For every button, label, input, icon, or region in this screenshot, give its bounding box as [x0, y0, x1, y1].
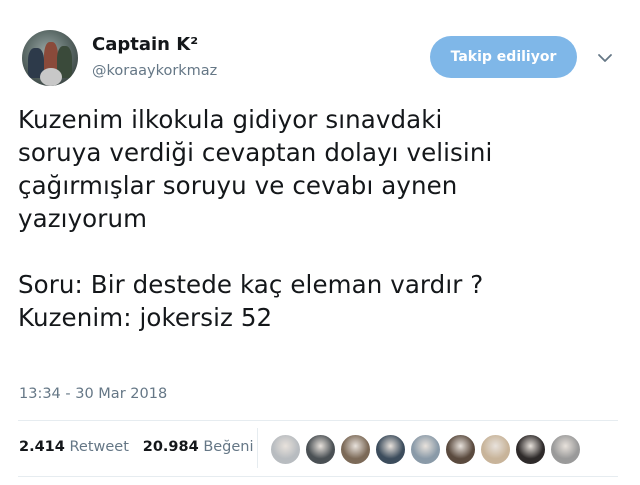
author-display-name[interactable]: Captain K² — [92, 33, 217, 57]
tweet-line: yazıyorum — [18, 204, 148, 233]
divider — [18, 420, 618, 421]
liker-avatar-4[interactable] — [375, 434, 406, 465]
tweet-line: soruya verdiği cevaptan dolayı velisini — [18, 138, 493, 167]
liker-avatar-3[interactable] — [340, 434, 371, 465]
following-button[interactable]: Takip ediliyor — [430, 36, 577, 78]
tweet-timestamp[interactable]: 13:34 - 30 Mar 2018 — [19, 386, 167, 402]
liker-avatar-2[interactable] — [305, 434, 336, 465]
author-avatar[interactable] — [22, 30, 78, 86]
stats-separator — [257, 428, 258, 468]
tweet-line: Soru: Bir destede kaç eleman vardır ? — [18, 270, 484, 299]
author-handle[interactable]: @koraaykorkmaz — [92, 60, 217, 82]
chevron-down-icon[interactable] — [595, 48, 615, 68]
liker-avatar-9[interactable] — [550, 434, 581, 465]
divider — [18, 476, 618, 477]
tweet-stats: 2.414 Retweet 20.984 Beğeni — [19, 439, 254, 455]
liker-avatar-7[interactable] — [480, 434, 511, 465]
retweet-count: 2.414 — [19, 439, 65, 455]
liker-avatar-6[interactable] — [445, 434, 476, 465]
tweet-line: çağırmışlar soruyu ve cevabı aynen — [18, 171, 458, 200]
liker-avatar-5[interactable] — [410, 434, 441, 465]
liker-avatar-1[interactable] — [270, 434, 301, 465]
liker-avatar-8[interactable] — [515, 434, 546, 465]
retweet-stat[interactable]: 2.414 Retweet — [19, 439, 129, 455]
like-label: Beğeni — [203, 439, 254, 455]
like-count: 20.984 — [142, 439, 199, 455]
retweet-label: Retweet — [69, 439, 129, 455]
tweet-line: Kuzenim ilkokula gidiyor sınavdaki — [18, 105, 443, 134]
like-stat[interactable]: 20.984 Beğeni — [143, 439, 254, 455]
tweet-line: Kuzenim: jokersiz 52 — [18, 303, 273, 332]
author-info: Captain K² @koraaykorkmaz — [92, 33, 217, 82]
tweet-text: Kuzenim ilkokula gidiyor sınavdaki soruy… — [18, 103, 618, 334]
